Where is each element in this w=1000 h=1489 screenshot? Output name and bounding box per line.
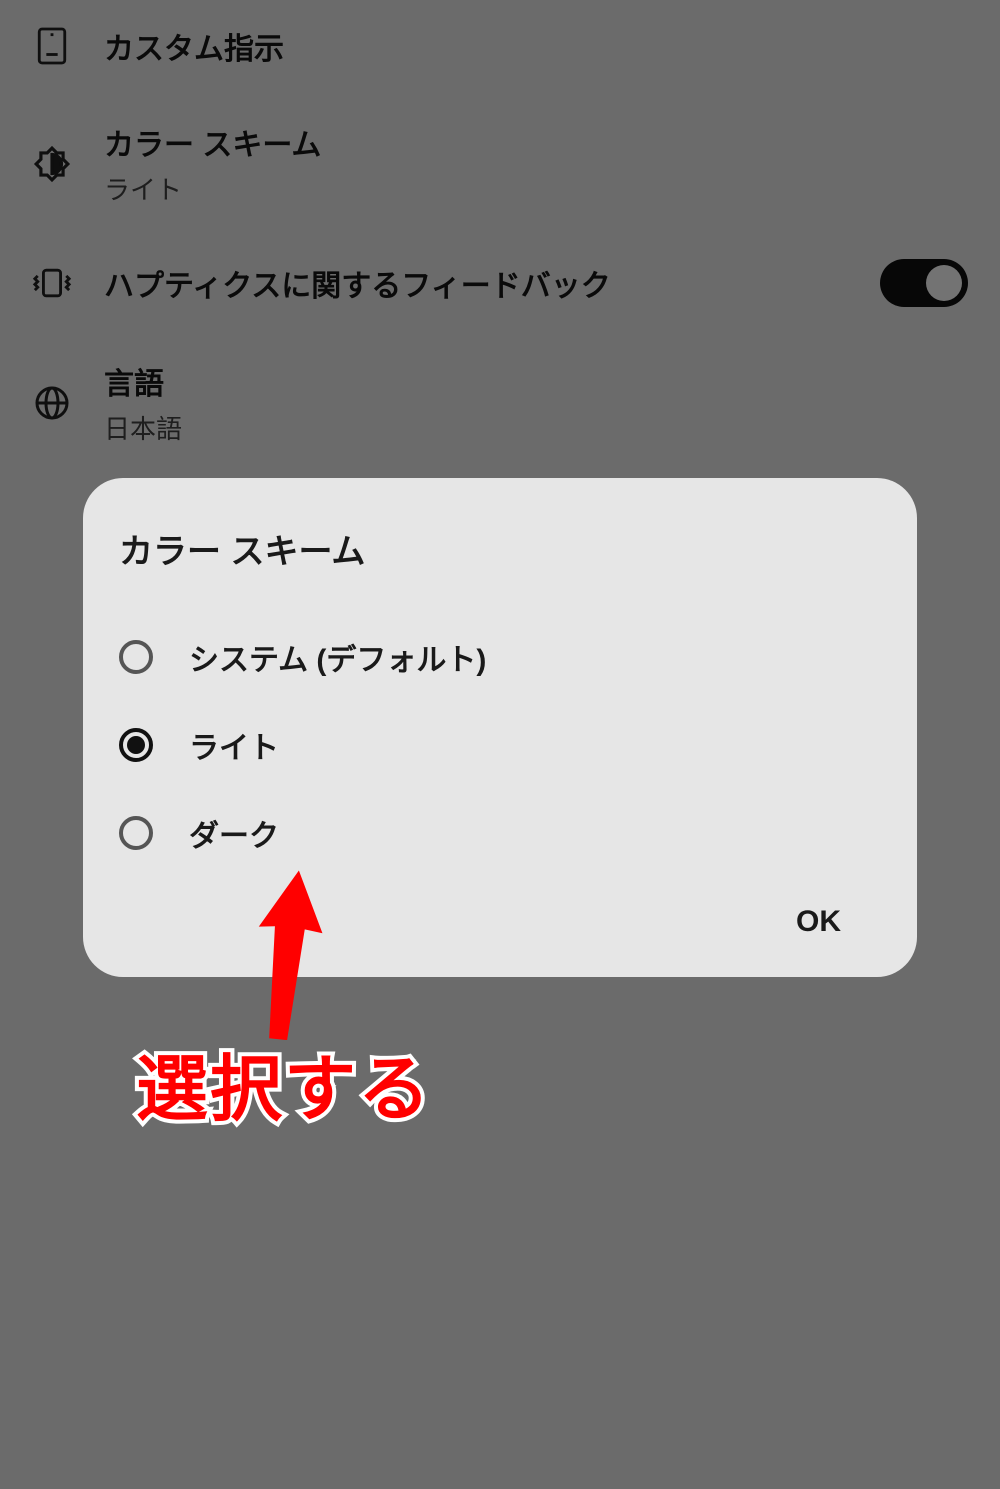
radio-option-system[interactable]: システム (デフォルト)	[119, 613, 881, 701]
radio-label: システム (デフォルト)	[189, 635, 486, 679]
color-scheme-dialog: カラー スキーム システム (デフォルト) ライト ダーク OK	[83, 478, 917, 977]
annotation-text: 選択する	[136, 1030, 432, 1135]
radio-label: ダーク	[189, 811, 279, 855]
radio-icon	[119, 816, 153, 850]
radio-icon	[119, 728, 153, 762]
radio-option-light[interactable]: ライト	[119, 701, 881, 789]
radio-label: ライト	[189, 723, 279, 767]
ok-button[interactable]: OK	[780, 897, 857, 947]
radio-option-dark[interactable]: ダーク	[119, 789, 881, 877]
dialog-title: カラー スキーム	[119, 524, 881, 573]
radio-icon	[119, 640, 153, 674]
